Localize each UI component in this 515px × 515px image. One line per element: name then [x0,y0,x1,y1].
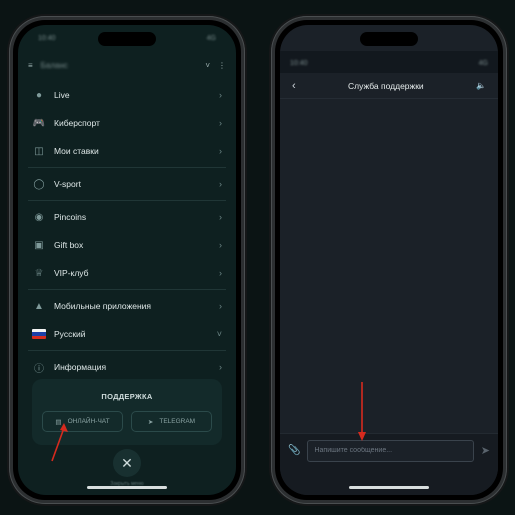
status-time: 10:40 [38,34,56,42]
telegram-label: TELEGRAM [159,418,196,425]
live-icon: ● [35,89,43,101]
message-input[interactable] [307,439,474,462]
side-menu: ● Live › 🎮 Киберспорт › ◫ Мои ставки › ◯ [28,81,226,381]
left-phone-screen: 10:40 4G ≡ Баланс ˅ ⋮ ● Live › 🎮 Киберсп… [18,25,236,495]
menu-item-label: V-sport [54,179,81,189]
menu-item-my-bets[interactable]: ◫ Мои ставки › [28,137,226,165]
menu-item-label: Русский [54,329,86,339]
chevron-right-icon: › [219,146,222,156]
close-icon: ✕ [121,454,133,471]
telegram-button[interactable]: ➤ TELEGRAM [131,411,212,432]
menu-item-information[interactable]: ⓘ Информация › [28,353,226,381]
menu-item-label: Информация [54,362,107,372]
close-menu-button[interactable]: ✕ [113,449,141,477]
crown-icon: ♕ [34,267,44,279]
right-phone-frame: 10:40 4G ‹ Служба поддержки 🔈 📎 ➤ [271,16,507,504]
menu-item-mobile-apps[interactable]: ▲ Мобильные приложения › [28,292,226,320]
menu-item-label: Pincoins [54,212,87,222]
support-title: ПОДДЕРЖКА [101,392,153,401]
chevron-down-icon[interactable]: ˅ [205,61,210,70]
menu-item-vip-club[interactable]: ♕ VIP-клуб › [28,259,226,287]
sound-icon[interactable]: 🔈 [476,81,486,90]
status-network: 4G [478,59,488,67]
chevron-right-icon: › [219,212,222,222]
coin-icon: ◉ [34,211,44,223]
chat-title: Служба поддержки [348,80,424,91]
attach-icon[interactable]: 📎 [288,445,300,456]
menu-item-label: Live [54,90,70,100]
menu-item-esports[interactable]: 🎮 Киберспорт › [28,109,226,137]
account-balance: Баланс [40,60,68,70]
menu-item-label: Gift box [54,240,84,250]
back-arrow-icon[interactable]: ‹ [292,80,296,92]
menu-item-pincoins[interactable]: ◉ Pincoins › [28,203,226,231]
status-network: 4G [206,34,216,42]
chevron-down-icon: ˅ [216,329,222,339]
dynamic-island [98,32,156,46]
chat-icon: ▤ [55,418,62,426]
chevron-right-icon: › [219,362,222,372]
divider [28,350,226,351]
menu-item-gift-box[interactable]: ▣ Gift box › [28,231,226,259]
menu-item-label: Мои ставки [54,146,99,156]
menu-item-v-sport[interactable]: ◯ V-sport › [28,170,226,198]
chat-top-bar: 10:40 4G [280,51,498,75]
status-time: 10:40 [290,59,308,67]
menu-item-live[interactable]: ● Live › [28,81,226,109]
android-icon: ▲ [34,300,44,312]
chevron-right-icon: › [219,240,222,250]
info-icon: ⓘ [34,363,44,375]
home-indicator [349,486,429,489]
menu-item-label: VIP-клуб [54,268,89,278]
ticket-icon: ◫ [34,145,44,157]
online-chat-label: ОНЛАЙН-ЧАТ [67,418,110,425]
online-chat-button[interactable]: ▤ ОНЛАЙН-ЧАТ [42,411,123,432]
support-panel: ПОДДЕРЖКА ▤ ОНЛАЙН-ЧАТ ➤ TELEGRAM [32,379,222,445]
divider [28,200,226,201]
home-indicator [87,486,167,489]
chat-navigation-bar: ‹ Служба поддержки 🔈 [280,73,498,99]
menu-item-language[interactable]: Русский ˅ [28,320,226,348]
right-phone-screen: 10:40 4G ‹ Служба поддержки 🔈 📎 ➤ [280,25,498,495]
left-phone-frame: 10:40 4G ≡ Баланс ˅ ⋮ ● Live › 🎮 Киберсп… [9,16,245,504]
menu-icon[interactable]: ≡ [28,61,33,70]
menu-item-label: Киберспорт [54,118,100,128]
more-icon[interactable]: ⋮ [218,61,226,70]
chat-messages-area [280,99,498,433]
chevron-right-icon: › [219,90,222,100]
chevron-right-icon: › [219,118,222,128]
message-composer: 📎 ➤ [280,433,498,467]
russia-flag-icon [32,327,46,341]
chevron-right-icon: › [219,301,222,311]
divider [28,289,226,290]
send-icon[interactable]: ➤ [481,444,490,457]
gamepad-icon: 🎮 [32,117,46,129]
telegram-icon: ➤ [147,418,154,426]
v-sport-icon: ◯ [33,178,45,190]
dynamic-island [360,32,418,46]
chevron-right-icon: › [219,179,222,189]
divider [28,167,226,168]
app-header: ≡ Баланс ˅ ⋮ [18,51,236,79]
menu-item-label: Мобильные приложения [54,301,152,311]
gift-icon: ▣ [34,239,44,251]
chevron-right-icon: › [219,268,222,278]
